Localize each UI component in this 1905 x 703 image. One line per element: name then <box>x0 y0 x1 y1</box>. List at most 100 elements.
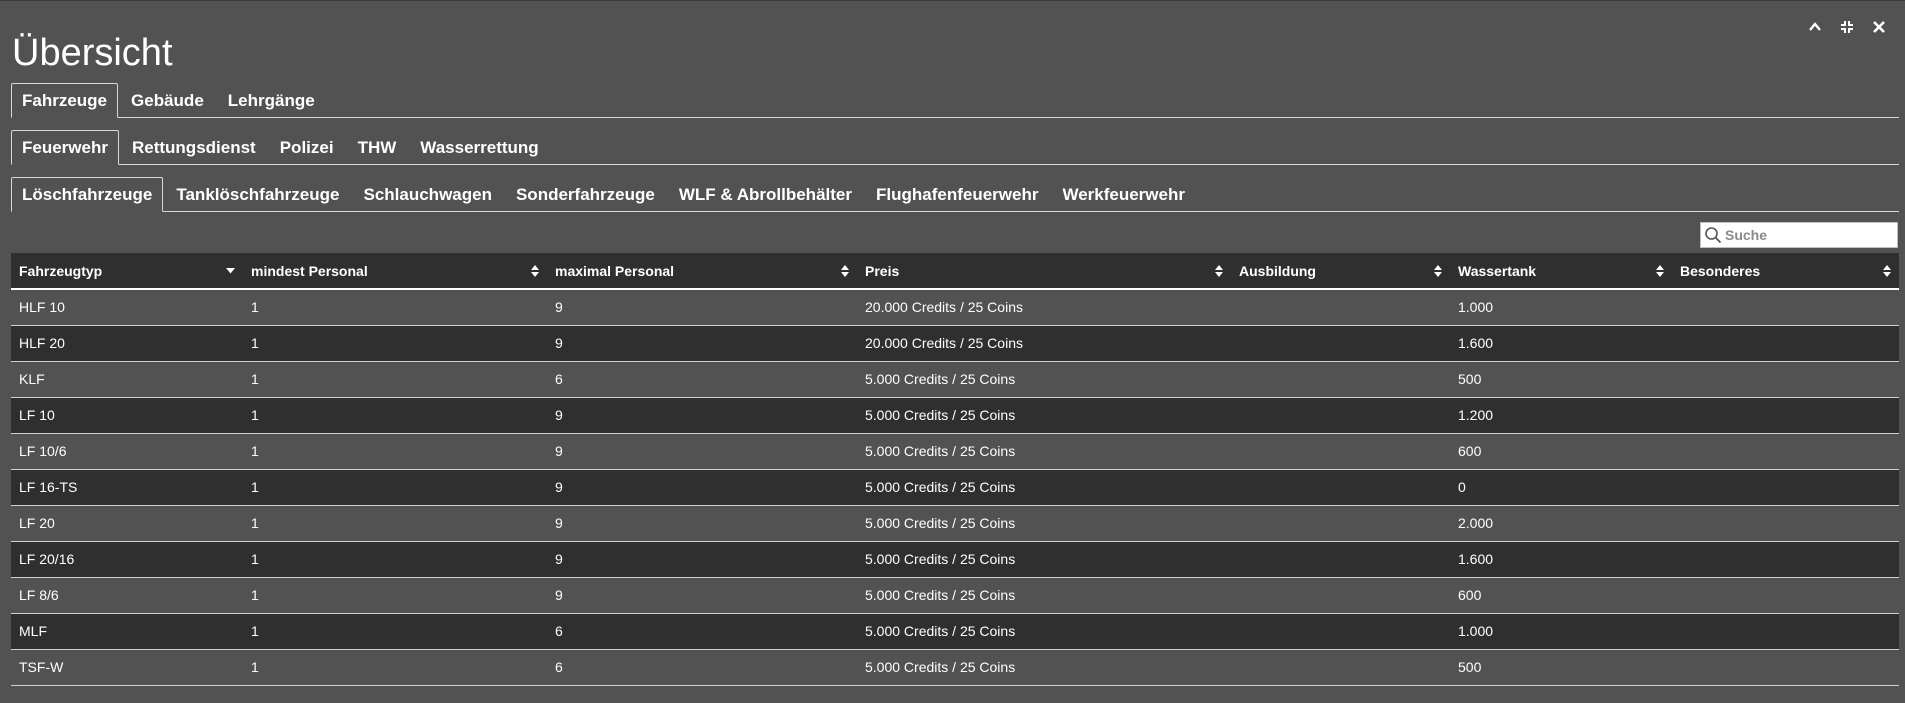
cell-besonderes <box>1672 649 1899 686</box>
tab-werkfeuerwehr[interactable]: Werkfeuerwehr <box>1051 177 1196 211</box>
tab-thw[interactable]: THW <box>347 130 408 164</box>
sort-both-icon <box>1215 264 1223 277</box>
cell-maximal-personal: 9 <box>547 541 857 578</box>
cell-wassertank: 1.200 <box>1450 397 1672 434</box>
minimize-button[interactable] <box>1835 15 1859 39</box>
tabs-main: Fahrzeuge Gebäude Lehrgänge <box>11 82 1899 118</box>
tab-feuerwehr[interactable]: Feuerwehr <box>11 130 119 165</box>
table-body: HLF 10 1 9 20.000 Credits / 25 Coins 1.000 HL… <box>11 289 1899 686</box>
column-header-label: mindest Personal <box>251 262 368 279</box>
tabs-vehicle-category: Löschfahrzeuge Tanklöschfahrzeuge Schlau… <box>11 176 1899 212</box>
search-icon <box>1701 223 1725 247</box>
cell-preis: 5.000 Credits / 25 Coins <box>857 649 1231 686</box>
sort-both-icon <box>841 264 849 277</box>
tabs-organisation: Feuerwehr Rettungsdienst Polizei THW Was… <box>11 129 1899 165</box>
cell-ausbildung <box>1231 325 1450 362</box>
cell-preis: 5.000 Credits / 25 Coins <box>857 433 1231 470</box>
cell-besonderes <box>1672 289 1899 326</box>
tab-gebaeude[interactable]: Gebäude <box>120 83 215 117</box>
cell-fahrzeugtyp: LF 8/6 <box>11 577 243 614</box>
cell-preis: 5.000 Credits / 25 Coins <box>857 577 1231 614</box>
sort-both-icon <box>531 264 539 277</box>
cell-wassertank: 1.600 <box>1450 325 1672 362</box>
sort-both-icon <box>1883 264 1891 277</box>
sort-desc-icon <box>226 267 235 274</box>
column-header-label: Ausbildung <box>1239 262 1316 279</box>
table-row: TSF-W 1 6 5.000 Credits / 25 Coins 500 <box>11 649 1899 686</box>
column-header-mindest-personal[interactable]: mindest Personal <box>243 253 547 290</box>
sort-both-icon <box>1656 264 1664 277</box>
minimize-icon <box>1840 20 1854 34</box>
cell-fahrzeugtyp: LF 10 <box>11 397 243 434</box>
table-row: LF 10/6 1 9 5.000 Credits / 25 Coins 600 <box>11 433 1899 470</box>
tab-schlauchwagen[interactable]: Schlauchwagen <box>352 177 502 211</box>
tab-loeschfahrzeuge[interactable]: Löschfahrzeuge <box>11 177 164 212</box>
vehicle-table: Fahrzeugtyp mindest Personal maximal Perso… <box>11 253 1899 686</box>
column-header-besonderes[interactable]: Besonderes <box>1672 253 1899 290</box>
cell-preis: 5.000 Credits / 25 Coins <box>857 397 1231 434</box>
tab-lehrgaenge[interactable]: Lehrgänge <box>217 83 326 117</box>
cell-wassertank: 1.000 <box>1450 289 1672 326</box>
tab-polizei[interactable]: Polizei <box>269 130 345 164</box>
cell-mindest-personal: 1 <box>243 361 547 398</box>
table-row: HLF 10 1 9 20.000 Credits / 25 Coins 1.000 <box>11 289 1899 326</box>
column-header-maximal-personal[interactable]: maximal Personal <box>547 253 857 290</box>
cell-maximal-personal: 9 <box>547 577 857 614</box>
cell-ausbildung <box>1231 505 1450 542</box>
tab-wlf-abrollbehaelter[interactable]: WLF & Abrollbehälter <box>668 177 863 211</box>
close-button[interactable] <box>1867 15 1891 39</box>
cell-mindest-personal: 1 <box>243 649 547 686</box>
tab-tankloeschfahrzeuge[interactable]: Tanklöschfahrzeuge <box>165 177 350 211</box>
cell-besonderes <box>1672 469 1899 506</box>
cell-ausbildung <box>1231 289 1450 326</box>
cell-fahrzeugtyp: MLF <box>11 613 243 650</box>
cell-wassertank: 2.000 <box>1450 505 1672 542</box>
tab-flughafenfeuerwehr[interactable]: Flughafenfeuerwehr <box>865 177 1049 211</box>
tab-wasserrettung[interactable]: Wasserrettung <box>409 130 549 164</box>
cell-wassertank: 500 <box>1450 361 1672 398</box>
column-header-preis[interactable]: Preis <box>857 253 1231 290</box>
column-header-fahrzeugtyp[interactable]: Fahrzeugtyp <box>11 253 243 290</box>
column-header-label: Besonderes <box>1680 262 1761 279</box>
table-header-row: Fahrzeugtyp mindest Personal maximal Perso… <box>11 253 1899 290</box>
cell-preis: 5.000 Credits / 25 Coins <box>857 361 1231 398</box>
tab-fahrzeuge[interactable]: Fahrzeuge <box>11 83 119 118</box>
cell-wassertank: 1.000 <box>1450 613 1672 650</box>
table-row: LF 10 1 9 5.000 Credits / 25 Coins 1.200 <box>11 397 1899 434</box>
cell-besonderes <box>1672 541 1899 578</box>
cell-mindest-personal: 1 <box>243 433 547 470</box>
cell-ausbildung <box>1231 613 1450 650</box>
cell-wassertank: 1.600 <box>1450 541 1672 578</box>
column-header-ausbildung[interactable]: Ausbildung <box>1231 253 1450 290</box>
search-input[interactable] <box>1725 227 1893 243</box>
cell-preis: 5.000 Credits / 25 Coins <box>857 613 1231 650</box>
cell-mindest-personal: 1 <box>243 613 547 650</box>
table-row: HLF 20 1 9 20.000 Credits / 25 Coins 1.600 <box>11 325 1899 362</box>
overview-window: Übersicht Fahrzeuge Gebäude Lehrgänge Fe… <box>0 0 1905 703</box>
cell-mindest-personal: 1 <box>243 541 547 578</box>
cell-maximal-personal: 9 <box>547 289 857 326</box>
cell-ausbildung <box>1231 577 1450 614</box>
cell-fahrzeugtyp: LF 20 <box>11 505 243 542</box>
collapse-button[interactable] <box>1803 15 1827 39</box>
close-icon <box>1872 20 1886 34</box>
collapse-icon <box>1808 20 1822 34</box>
table-row: KLF 1 6 5.000 Credits / 25 Coins 500 <box>11 361 1899 398</box>
cell-besonderes <box>1672 613 1899 650</box>
table-row: LF 20/16 1 9 5.000 Credits / 25 Coins 1.600 <box>11 541 1899 578</box>
cell-fahrzeugtyp: HLF 20 <box>11 325 243 362</box>
cell-wassertank: 500 <box>1450 649 1672 686</box>
column-header-label: Wassertank <box>1458 262 1537 279</box>
column-header-wassertank[interactable]: Wassertank <box>1450 253 1672 290</box>
cell-besonderes <box>1672 325 1899 362</box>
tab-rettungsdienst[interactable]: Rettungsdienst <box>121 130 267 164</box>
cell-mindest-personal: 1 <box>243 469 547 506</box>
column-header-label: Fahrzeugtyp <box>19 262 103 279</box>
cell-maximal-personal: 9 <box>547 433 857 470</box>
cell-ausbildung <box>1231 469 1450 506</box>
table-row: MLF 1 6 5.000 Credits / 25 Coins 1.000 <box>11 613 1899 650</box>
cell-fahrzeugtyp: HLF 10 <box>11 289 243 326</box>
cell-preis: 5.000 Credits / 25 Coins <box>857 505 1231 542</box>
cell-ausbildung <box>1231 433 1450 470</box>
tab-sonderfahrzeuge[interactable]: Sonderfahrzeuge <box>505 177 666 211</box>
